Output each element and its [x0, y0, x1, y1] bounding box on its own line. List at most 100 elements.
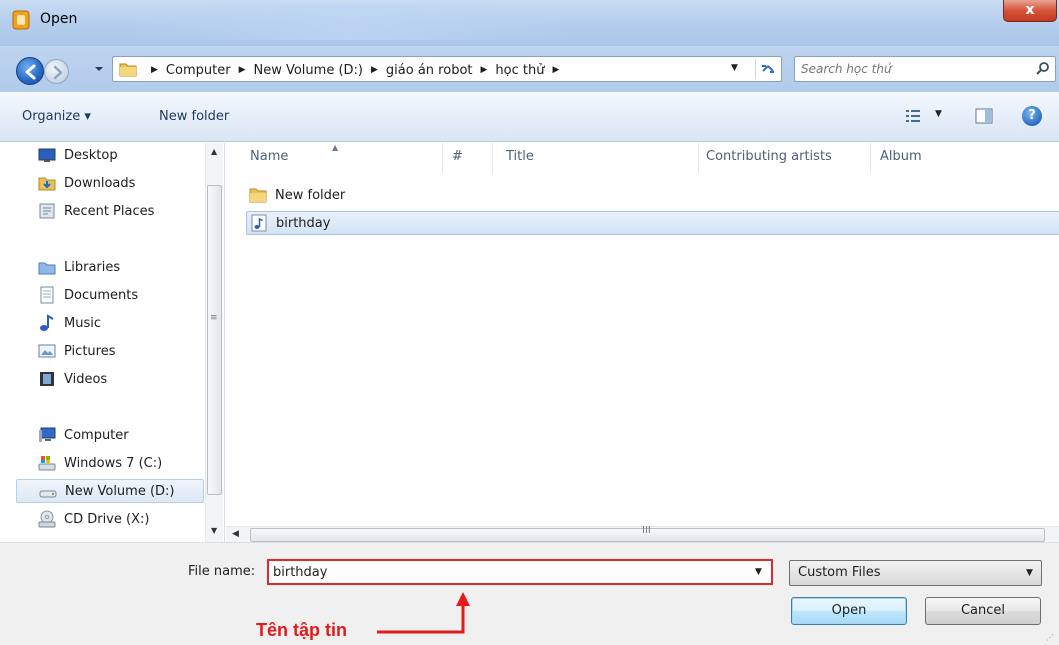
chevron-down-icon: [95, 67, 103, 71]
scroll-left-icon[interactable]: ◀: [232, 529, 239, 539]
open-button[interactable]: Open: [791, 597, 907, 625]
folder-icon: [119, 60, 137, 78]
chevron-down-icon[interactable]: ▼: [1026, 568, 1033, 578]
scroll-up-icon[interactable]: ▲: [211, 147, 217, 156]
column-separator[interactable]: [870, 143, 871, 173]
nav-label: Desktop: [64, 147, 118, 163]
app-icon: [12, 10, 30, 30]
computer-icon: [38, 426, 56, 444]
scrollbar-grip-icon: ≡: [210, 313, 218, 323]
nav-label: Libraries: [64, 259, 121, 275]
breadcrumb-arrow-icon[interactable]: ▶: [552, 65, 559, 75]
column-header-title[interactable]: Title: [506, 149, 534, 164]
desktop-icon: [38, 146, 56, 164]
back-arrow-icon: [25, 64, 36, 80]
nav-label: Windows 7 (C:): [64, 455, 163, 471]
change-view-icon[interactable]: [905, 108, 921, 124]
nav-label: Music: [64, 315, 101, 331]
file-name-field[interactable]: ▼: [267, 559, 773, 585]
close-button[interactable]: x: [1003, 0, 1057, 22]
title-bar-glass: [130, 4, 570, 40]
file-row[interactable]: birthday: [246, 211, 1059, 235]
libraries-icon: [38, 258, 56, 276]
nav-item-windows-7-c[interactable]: Windows 7 (C:): [38, 451, 162, 475]
preview-pane-icon[interactable]: [975, 108, 993, 124]
recent-locations-dropdown[interactable]: [92, 62, 106, 76]
nav-item-documents[interactable]: Documents: [38, 283, 138, 307]
scrollbar-thumb[interactable]: [207, 185, 222, 495]
search-icon[interactable]: [1035, 61, 1051, 77]
videos-icon: [38, 370, 56, 388]
breadcrumb-arrow-icon[interactable]: ▶: [371, 65, 378, 75]
nav-label: Computer: [64, 427, 129, 443]
help-icon[interactable]: ?: [1022, 106, 1042, 126]
search-input[interactable]: [801, 60, 1021, 78]
nav-item-recent-places[interactable]: Recent Places: [38, 199, 154, 223]
column-separator[interactable]: [442, 143, 443, 173]
column-header-album[interactable]: Album: [880, 149, 922, 164]
forward-arrow-icon: [53, 65, 63, 80]
nav-label: Recent Places: [64, 203, 155, 219]
scroll-down-icon[interactable]: ▼: [211, 526, 217, 535]
nav-label: Downloads: [64, 175, 136, 191]
column-header-name[interactable]: Name: [250, 149, 288, 164]
file-type-select[interactable]: Custom Files ▼: [789, 560, 1042, 586]
column-header-number[interactable]: #: [452, 149, 463, 164]
new-folder-button[interactable]: New folder: [159, 109, 229, 124]
search-box[interactable]: [794, 56, 1056, 82]
nav-label: New Volume (D:): [65, 483, 175, 499]
file-list-horizontal-scrollbar[interactable]: ◀ III: [226, 525, 1059, 543]
column-separator[interactable]: [698, 143, 699, 173]
breadcrumb-arrow-icon[interactable]: ▶: [151, 65, 158, 75]
file-name-input[interactable]: [273, 563, 743, 581]
breadcrumb-arrow-icon[interactable]: ▶: [239, 65, 246, 75]
breadcrumb-giao-an-robot[interactable]: giáo án robot: [386, 63, 473, 78]
scrollbar-grip: III: [642, 525, 651, 536]
back-button[interactable]: [16, 57, 44, 85]
documents-icon: [38, 286, 56, 304]
breadcrumb-hoc-thu[interactable]: học thử: [495, 63, 544, 78]
pictures-icon: [38, 342, 56, 360]
view-options-dropdown[interactable]: ▼: [935, 109, 942, 119]
column-header-contributing-artists[interactable]: Contributing artists: [706, 149, 832, 164]
column-separator[interactable]: [492, 143, 493, 173]
nav-label: Documents: [64, 287, 139, 303]
cd-drive-icon: [38, 510, 56, 528]
recent-places-icon: [38, 202, 56, 220]
cancel-button[interactable]: Cancel: [925, 597, 1041, 625]
nav-item-libraries[interactable]: Libraries: [38, 255, 120, 279]
nav-item-desktop[interactable]: Desktop: [38, 143, 118, 167]
nav-item-cd-drive-x[interactable]: CD Drive (X:): [38, 507, 149, 531]
navigation-pane: Desktop Downloads Recent Places Librarie…: [0, 143, 225, 542]
file-name-dropdown[interactable]: ▼: [755, 567, 762, 577]
address-row: ▶ Computer ▶ New Volume (D:) ▶ giáo án r…: [0, 46, 1059, 92]
resize-grip-icon[interactable]: ⋰: [1046, 633, 1054, 642]
folder-icon: [249, 186, 267, 204]
drive-icon: [39, 482, 57, 500]
nav-item-music[interactable]: Music: [38, 311, 101, 335]
breadcrumb-new-volume[interactable]: New Volume (D:): [253, 63, 363, 78]
file-list: ▲ Name # Title Contributing artists Albu…: [226, 143, 1059, 543]
refresh-icon[interactable]: [755, 59, 779, 79]
music-icon: [38, 314, 56, 332]
nav-item-downloads[interactable]: Downloads: [38, 171, 135, 195]
nav-item-new-volume-d[interactable]: New Volume (D:): [16, 479, 204, 503]
nav-item-pictures[interactable]: Pictures: [38, 339, 115, 363]
nav-item-computer[interactable]: Computer: [38, 423, 129, 447]
open-file-dialog: Open x ▶ Computer ▶ New Volume (D:) ▶ gi…: [0, 0, 1059, 645]
navigation-scrollbar[interactable]: ▲ ≡ ▼: [205, 143, 223, 542]
file-row[interactable]: New folder: [246, 183, 1059, 207]
nav-item-videos[interactable]: Videos: [38, 367, 107, 391]
nav-label: CD Drive (X:): [64, 511, 150, 527]
address-history-dropdown[interactable]: ▼: [731, 63, 738, 73]
breadcrumb-computer[interactable]: Computer: [166, 63, 231, 78]
drive-icon: [38, 454, 56, 472]
address-bar[interactable]: ▶ Computer ▶ New Volume (D:) ▶ giáo án r…: [112, 56, 782, 82]
title-bar[interactable]: Open x: [0, 0, 1059, 46]
organize-button[interactable]: Organize ▾: [22, 109, 91, 124]
nav-label: Pictures: [64, 343, 116, 359]
breadcrumb-arrow-icon[interactable]: ▶: [481, 65, 488, 75]
forward-button[interactable]: [44, 59, 69, 84]
file-name: New folder: [275, 187, 346, 203]
window-title: Open: [40, 11, 78, 27]
